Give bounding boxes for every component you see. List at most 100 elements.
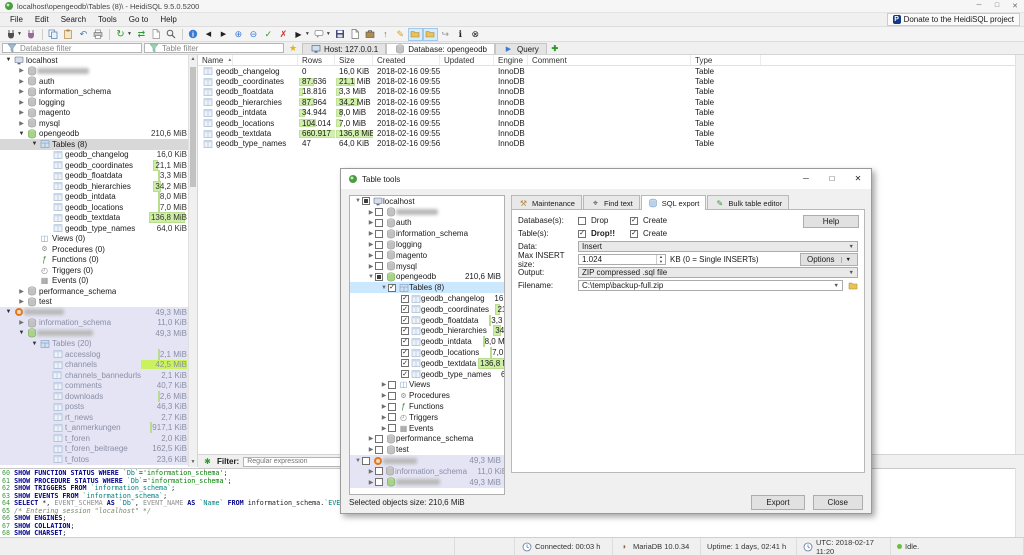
create-tables-checkbox[interactable]: Create	[630, 229, 678, 238]
dialog-close-button[interactable]: ✕	[845, 169, 871, 189]
drop-databases-checkbox[interactable]: Drop	[578, 216, 626, 225]
tree-checkbox[interactable]	[401, 338, 409, 346]
tree-item[interactable]: ▶▦Events	[350, 423, 504, 434]
upload-button[interactable]: ↑	[378, 28, 393, 41]
minimize-button[interactable]: ─	[970, 2, 988, 10]
dialog-tab-maintenance[interactable]: ⚒Maintenance	[511, 195, 582, 210]
tree-checkbox[interactable]	[401, 295, 409, 303]
new-query-tab-button[interactable]: ✚	[547, 42, 563, 54]
tree-checkbox[interactable]	[375, 219, 383, 227]
tree-item[interactable]: channels42,5 MiB	[0, 360, 197, 371]
tree-item[interactable]: ▶	[350, 207, 504, 218]
expander-icon[interactable]: ▼	[17, 131, 26, 137]
expander-icon[interactable]: ▶	[367, 468, 375, 475]
tree-item[interactable]: geodb_coordinates21,1 MiB	[0, 160, 197, 171]
paste-button[interactable]	[61, 28, 76, 41]
table-row[interactable]: geodb_textdata 660.917 136,8 MiB 2018-02…	[198, 128, 1024, 138]
tree-item[interactable]: t_fotos23,6 KiB	[0, 454, 197, 465]
expander-icon[interactable]: ▶	[367, 209, 375, 216]
tree-item[interactable]: geodb_type_names64,0 KiB	[350, 369, 504, 380]
menu-help[interactable]: Help	[154, 13, 182, 26]
column-header-type[interactable]: Type	[691, 55, 761, 65]
table-row[interactable]: geodb_type_names 47 64,0 KiB 2018-02-16 …	[198, 139, 1024, 149]
table-row[interactable]: geodb_coordinates 87.636 21,1 MiB 2018-0…	[198, 76, 1024, 86]
tree-checkbox[interactable]	[375, 435, 383, 443]
tree-checkbox[interactable]	[401, 305, 409, 313]
expander-icon[interactable]: ▶	[367, 435, 375, 442]
tree-checkbox[interactable]	[388, 424, 396, 432]
dialog-tab-bulk-table-editor[interactable]: ✎Bulk table editor	[707, 195, 789, 210]
tree-item[interactable]: ▶test	[350, 444, 504, 455]
menu-tools[interactable]: Tools	[92, 13, 123, 26]
expander-icon[interactable]: ▼	[354, 198, 362, 204]
sql-log-scrollbar[interactable]	[1015, 468, 1024, 537]
expander-icon[interactable]: ▼	[380, 285, 388, 291]
help-button[interactable]: Help	[803, 215, 859, 228]
tree-checkbox[interactable]	[375, 478, 383, 486]
execute-sql-button[interactable]: ▶▼	[291, 28, 312, 41]
database-filter-input[interactable]: Database filter	[2, 43, 142, 53]
comment-button[interactable]: ▼	[312, 28, 333, 41]
import-file-button[interactable]	[423, 28, 438, 41]
tree-item[interactable]: ▼49,3 MiB	[0, 307, 197, 318]
max-insert-size-stepper[interactable]: 1.024 ▲▼	[578, 254, 666, 265]
disconnect-button[interactable]	[24, 28, 39, 41]
tree-item[interactable]: geodb_type_names64,0 KiB	[0, 223, 197, 234]
tree-item[interactable]: ▶ƒFunctions	[350, 401, 504, 412]
tree-item[interactable]: ▶magento	[350, 250, 504, 261]
expander-icon[interactable]: ▶	[367, 479, 375, 486]
favorites-star-icon[interactable]: ★	[284, 42, 302, 54]
dialog-title-bar[interactable]: Table tools ─ □ ✕	[341, 169, 871, 189]
drop-tables-checkbox[interactable]: Drop!!	[578, 229, 626, 238]
column-header-name[interactable]: Name ▲	[198, 55, 298, 65]
grid-filter-input[interactable]	[243, 457, 353, 467]
stop-button[interactable]: ⊗	[468, 28, 483, 41]
refresh-button[interactable]: ↻▼	[113, 28, 134, 41]
tree-item[interactable]: ▼Tables (8)	[0, 139, 197, 150]
expander-icon[interactable]: ▶	[367, 446, 375, 453]
output-select[interactable]: ZIP compressed .sql file▼	[578, 267, 858, 278]
grid-header[interactable]: Name ▲RowsSizeCreatedUpdatedEngineCommen…	[198, 55, 1024, 66]
expander-icon[interactable]: ▶	[17, 99, 26, 106]
tree-item[interactable]: ▶information_schema	[350, 228, 504, 239]
tree-checkbox[interactable]	[388, 392, 396, 400]
menu-go-to[interactable]: Go to	[123, 13, 155, 26]
tree-item[interactable]: channels_bannedurls2,1 KiB	[0, 370, 197, 381]
tree-checkbox[interactable]	[388, 381, 396, 389]
print-button[interactable]	[91, 28, 106, 41]
reconnect-button[interactable]: ⇄	[134, 28, 149, 41]
tree-item[interactable]: geodb_textdata136,8 MiB	[350, 358, 504, 369]
tree-item[interactable]: geodb_changelog16,0 KiB	[0, 150, 197, 161]
expander-icon[interactable]: ▶	[17, 109, 26, 116]
tree-item[interactable]: ▶logging	[350, 239, 504, 250]
edit-data-button[interactable]: ✎	[393, 28, 408, 41]
tree-checkbox[interactable]	[375, 262, 383, 270]
tree-checkbox[interactable]	[388, 403, 396, 411]
save-button[interactable]	[333, 28, 348, 41]
dialog-tab-find-text[interactable]: ⌖Find text	[583, 195, 640, 210]
tree-item[interactable]: ▶performance_schema	[0, 286, 197, 297]
table-row[interactable]: geodb_intdata 34.944 8,0 MiB 2018-02-16 …	[198, 108, 1024, 118]
expander-icon[interactable]: ▼	[4, 57, 13, 63]
tree-checkbox[interactable]	[401, 327, 409, 335]
tree-item[interactable]: ▶◫Views	[350, 380, 504, 391]
expander-icon[interactable]: ▶	[380, 392, 388, 399]
grid-scrollbar[interactable]	[1015, 55, 1024, 454]
tree-item[interactable]: rt_news2,7 KiB	[0, 412, 197, 423]
reformat-button[interactable]: ↪	[438, 28, 453, 41]
expander-icon[interactable]: ▼	[30, 341, 39, 347]
expand-all-button[interactable]: ⊕	[231, 28, 246, 41]
expander-icon[interactable]: ▶	[380, 403, 388, 410]
tree-item[interactable]: geodb_floatdata3,3 MiB	[350, 315, 504, 326]
tree-item[interactable]: geodb_changelog16,0 KiB	[350, 293, 504, 304]
cancel-button[interactable]: ✗	[276, 28, 291, 41]
expander-icon[interactable]: ▶	[17, 78, 26, 85]
tree-item[interactable]: ◫Views (0)	[0, 234, 197, 245]
tree-item[interactable]: ▶49,3 MiB	[350, 477, 504, 488]
tree-item[interactable]: ▶mysql	[0, 118, 197, 129]
tree-item[interactable]: ▶mysql	[350, 261, 504, 272]
tree-item[interactable]: ▶auth	[0, 76, 197, 87]
tree-item[interactable]: accesslog2,1 MiB	[0, 349, 197, 360]
expander-icon[interactable]: ▶	[17, 120, 26, 127]
tree-item[interactable]: ▼Tables (8)	[350, 282, 504, 293]
